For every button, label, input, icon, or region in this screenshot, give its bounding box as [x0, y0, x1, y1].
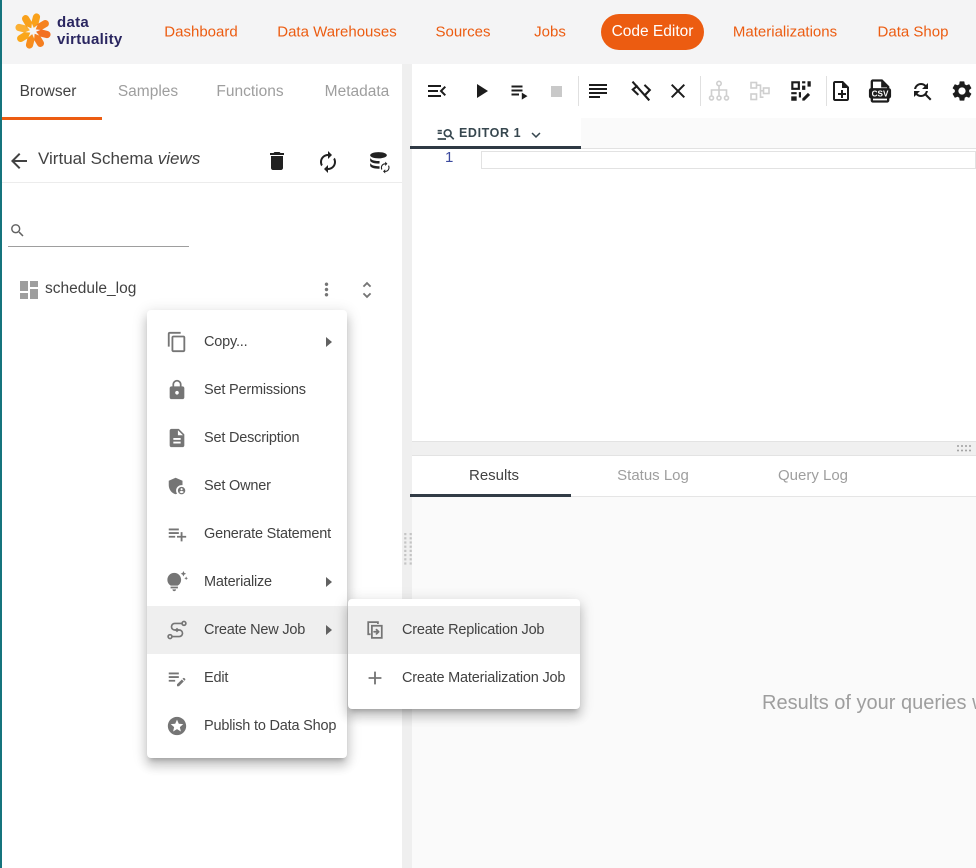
svg-text:CSV: CSV	[872, 90, 889, 99]
